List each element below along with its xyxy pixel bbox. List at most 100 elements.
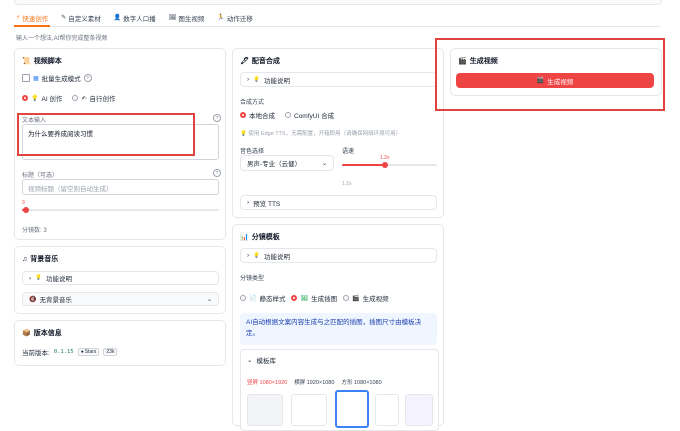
- bgm-panel: ♫ 背景音乐 › 💡 功能说明 🔇 无背景音乐 ⌄: [14, 246, 226, 314]
- template-thumbnail[interactable]: [247, 394, 283, 426]
- chevron-right-icon: ›: [247, 76, 250, 83]
- template-thumbnail[interactable]: [335, 390, 369, 428]
- bgm-help-accordion[interactable]: › 💡 功能说明: [22, 271, 219, 285]
- speed-min-label: 1.2x: [342, 181, 352, 187]
- panel-title: 视频脚本: [33, 58, 62, 65]
- title-label: 标题（可选）: [22, 173, 59, 179]
- chevron-right-icon: ›: [247, 252, 250, 259]
- type-static-radio[interactable]: [240, 295, 246, 301]
- title-input[interactable]: 视频标题（留空则自动生成）: [22, 179, 219, 195]
- speed-slider[interactable]: [342, 162, 437, 168]
- image-icon: 🖼: [168, 15, 177, 21]
- type-image-option[interactable]: 🖼 生成插图: [291, 293, 337, 303]
- mode-self-radio[interactable]: [72, 95, 79, 101]
- mode-ai-option[interactable]: 💡 AI 创作: [22, 93, 62, 103]
- panel-title: 背景音乐: [30, 256, 59, 263]
- method-comfy-option[interactable]: ComfyUI 合成: [285, 110, 334, 120]
- dubbing-panel: 🖋 配音合成 › 💡 功能说明 合成方式 本地合成 ComfyUI 合成 💡 使…: [232, 48, 444, 218]
- template-thumbnail[interactable]: [291, 394, 327, 426]
- panel-title: 分镜模板: [251, 234, 280, 241]
- github-stars-badge[interactable]: ● Stars: [77, 348, 100, 356]
- batch-mode-toggle[interactable]: ▦ 批量生成模式 ?: [22, 73, 92, 83]
- bgm-select[interactable]: 🔇 无背景音乐 ⌄: [22, 292, 219, 306]
- preview-tts-accordion[interactable]: › 预览 TTS: [240, 195, 437, 210]
- type-static-option[interactable]: 📄 静态样式: [240, 293, 285, 303]
- type-video-option[interactable]: 🎬 生成视频: [343, 293, 389, 303]
- mode-ai-label: AI 创作: [41, 96, 63, 103]
- title-placeholder: 视频标题（留空则自动生成）: [28, 186, 113, 193]
- storyboard-header: 📊 分镜模板: [240, 232, 280, 242]
- help-icon[interactable]: ?: [213, 114, 221, 122]
- size-option-landscape[interactable]: 横屏 1920×1080: [294, 378, 334, 386]
- bulb-icon: 💡: [31, 95, 39, 102]
- template-library-header[interactable]: ⌄ 模板库: [247, 355, 276, 365]
- library-label: 模板库: [256, 358, 276, 365]
- mode-radio-group: 💡 AI 创作 ✍ 自行创作: [22, 93, 115, 103]
- lightning-icon: ⚡: [16, 15, 21, 21]
- accordion-label: 预览 TTS: [253, 200, 281, 208]
- bulb-icon: 💡: [253, 252, 261, 259]
- type-radio-group: 📄 静态样式 🖼 生成插图 🎬 生成视频: [240, 293, 389, 303]
- version-row: 当前版本: 0.1.15 ● Stars 23k: [22, 347, 118, 357]
- bulb-icon: 💡: [35, 275, 43, 281]
- storyboard-help-accordion[interactable]: › 💡 功能说明: [240, 248, 437, 263]
- speed-value: 1.2x: [380, 155, 390, 161]
- type-label: 分镜类型: [240, 276, 265, 282]
- method-radio-group: 本地合成 ComfyUI 合成: [240, 110, 334, 120]
- method-local-radio[interactable]: [240, 112, 246, 118]
- panel-title: 配音合成: [251, 58, 280, 65]
- size-option-square[interactable]: 方形 1080×1080: [341, 378, 381, 386]
- panel-title: 版本信息: [33, 330, 62, 337]
- bulb-icon: 💡: [240, 131, 247, 137]
- accordion-label: 功能说明: [264, 253, 291, 261]
- chevron-right-icon: ›: [247, 199, 250, 206]
- dubbing-help-accordion[interactable]: › 💡 功能说明: [240, 72, 437, 87]
- document-icon: 📄: [249, 295, 257, 302]
- help-icon[interactable]: ?: [83, 74, 92, 82]
- storyboard-panel: 📊 分镜模板 › 💡 功能说明 分镜类型 📄 静态样式 🖼 生成插图 🎬 生成视…: [232, 224, 444, 431]
- mode-ai-radio[interactable]: [22, 95, 28, 101]
- type-video-radio[interactable]: [343, 295, 350, 301]
- tab-quick-create[interactable]: ⚡ 快速创作: [14, 10, 51, 27]
- tab-label: 动作迁移: [226, 15, 253, 23]
- mode-self-option[interactable]: ✍ 自行创作: [72, 93, 115, 103]
- slider-thumb[interactable]: [22, 207, 29, 213]
- stars-label: Stars: [84, 349, 97, 355]
- size-options: 竖屏 1080×1920 横屏 1920×1080 方形 1080×1080: [247, 378, 382, 386]
- template-thumbnail[interactable]: [405, 394, 433, 426]
- running-icon: 🏃: [217, 15, 225, 21]
- slider-value: 3: [22, 200, 25, 206]
- method-note: 💡 使用 Edge TTS，无需配置，开箱即用（请确保网络环境可用）: [240, 129, 401, 137]
- method-label: 合成方式: [240, 100, 265, 106]
- tab-custom-material[interactable]: ✎ 自定义素材: [59, 10, 103, 25]
- voice-select[interactable]: 男声-专业（云健） ⌄: [240, 155, 334, 171]
- template-library: ⌄ 模板库 竖屏 1080×1920 横屏 1920×1080 方形 1080×…: [240, 349, 439, 431]
- grid-icon: ▦: [33, 75, 39, 82]
- slider-thumb[interactable]: [381, 162, 388, 168]
- type-image-label: 生成插图: [311, 296, 338, 303]
- tab-label: 图生视频: [178, 15, 205, 23]
- pen-icon: ✍: [81, 95, 87, 102]
- method-local-option[interactable]: 本地合成: [240, 110, 275, 120]
- help-icon[interactable]: ?: [213, 169, 221, 177]
- clapper-icon: 🎬: [352, 295, 360, 302]
- tab-motion-transfer[interactable]: 🏃 动作迁移: [215, 10, 254, 25]
- dubbing-header: 🖋 配音合成: [240, 56, 280, 66]
- tab-image-to-video[interactable]: 🖼 图生视频: [167, 10, 207, 25]
- stars-count: 23k: [106, 349, 115, 355]
- voice-select-value: 男声-专业（云健）: [247, 161, 302, 168]
- tab-digital-human[interactable]: 👤 数字人口播: [112, 10, 158, 25]
- shots-slider[interactable]: [22, 207, 219, 213]
- method-comfy-radio[interactable]: [285, 112, 291, 118]
- accordion-label: 功能说明: [264, 77, 291, 85]
- slider-fill: [342, 164, 385, 166]
- size-option-portrait[interactable]: 竖屏 1080×1920: [247, 378, 287, 386]
- github-icon: ●: [80, 349, 84, 355]
- batch-mode-checkbox[interactable]: [22, 74, 30, 82]
- main-tabs: ⚡ 快速创作 ✎ 自定义素材 👤 数字人口播 🖼 图生视频 🏃 动作迁移: [14, 10, 660, 27]
- chevron-right-icon: ›: [29, 274, 32, 282]
- template-thumbnail[interactable]: [375, 394, 399, 426]
- type-image-radio[interactable]: [291, 295, 298, 301]
- method-note-text: 使用 Edge TTS，无需配置，开箱即用（请确保网络环境可用）: [248, 131, 402, 137]
- type-video-label: 生成视频: [362, 296, 389, 303]
